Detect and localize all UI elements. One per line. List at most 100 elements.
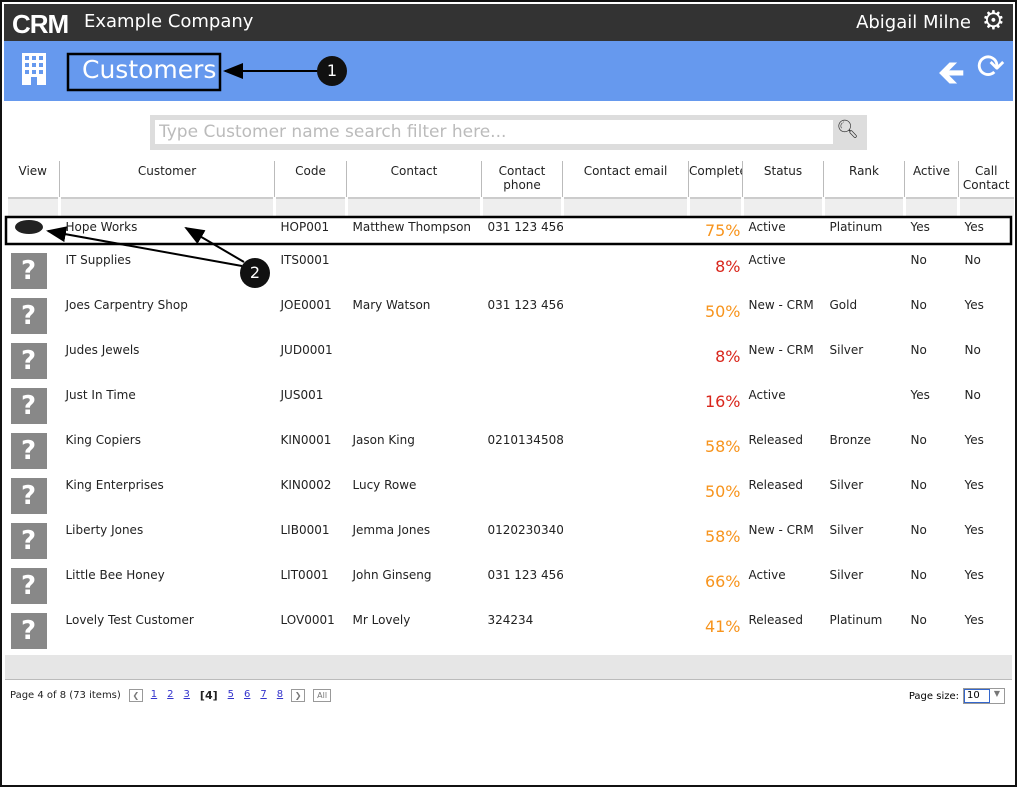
table-row[interactable]: ? King Enterprises KIN0002 Lucy Rowe 50% Rele… xyxy=(7,472,1014,517)
page-link[interactable]: 5 xyxy=(228,689,234,702)
page-header: Customers 🡸 ⟳ xyxy=(4,41,1013,101)
column-filter-cell[interactable] xyxy=(273,198,347,216)
phone-cell: 0120230340 xyxy=(487,523,563,537)
page-size-select[interactable]: 10 ▼ xyxy=(963,688,1005,704)
page-link[interactable]: 3 xyxy=(184,689,190,702)
view-cell[interactable] xyxy=(7,216,60,247)
code-cell: LIB0001 xyxy=(280,523,330,537)
column-filter-cell[interactable] xyxy=(822,198,905,216)
column-header[interactable]: View xyxy=(6,161,60,199)
complete-cell: 58% xyxy=(704,527,741,546)
column-header[interactable]: Active xyxy=(904,161,959,199)
call-cell: No xyxy=(964,388,981,402)
active-cell: No xyxy=(910,478,927,492)
table-row[interactable]: ? Liberty Jones LIB0001 Jemma Jones 01202303… xyxy=(7,517,1014,562)
page-link[interactable]: 8 xyxy=(277,689,283,702)
column-filter-cell[interactable] xyxy=(480,198,563,216)
call-cell: Yes xyxy=(964,478,984,492)
placeholder-question-icon[interactable]: ? xyxy=(10,568,47,604)
table-row[interactable]: ? Just In Time JUS001 16% Active Yes No xyxy=(7,382,1014,427)
prev-page-button[interactable]: ❮ xyxy=(128,689,143,702)
customer-cell: Hope Works xyxy=(65,220,138,234)
rank-cell: Silver xyxy=(829,523,864,537)
view-cell[interactable]: ? xyxy=(7,382,60,427)
status-cell: Active xyxy=(748,568,786,582)
column-header[interactable]: Code xyxy=(274,161,347,199)
crm-logo[interactable]: CRM xyxy=(12,9,69,40)
contact-cell: Jason King xyxy=(352,433,415,447)
next-page-button[interactable]: ❯ xyxy=(291,689,306,702)
customer-cell: Little Bee Honey xyxy=(65,568,165,582)
status-cell: Active xyxy=(748,253,786,267)
column-header[interactable]: Complete xyxy=(688,161,743,199)
column-header[interactable]: Call Contact xyxy=(958,161,1014,199)
column-filter-cell[interactable] xyxy=(58,198,275,216)
rank-cell: Silver xyxy=(829,478,864,492)
column-header[interactable]: Status xyxy=(742,161,824,199)
customer-logo-icon[interactable] xyxy=(14,220,43,234)
view-cell[interactable]: ? xyxy=(7,292,60,337)
page-link[interactable]: 6 xyxy=(244,689,250,702)
placeholder-question-icon[interactable]: ? xyxy=(10,478,47,514)
column-header[interactable]: Customer xyxy=(59,161,275,199)
table-row[interactable]: Hope Works HOP001 Matthew Thompson 031 123 … xyxy=(7,216,1014,247)
view-cell[interactable]: ? xyxy=(7,472,60,517)
column-filter-cell[interactable] xyxy=(903,198,959,216)
view-cell[interactable]: ? xyxy=(7,247,60,292)
table-row[interactable]: ? King Copiers KIN0001 Jason King 0210134508… xyxy=(7,427,1014,472)
table-row[interactable]: ? Joes Carpentry Shop JOE0001 Mary Watson 03… xyxy=(7,292,1014,337)
active-cell: No xyxy=(910,613,927,627)
column-header[interactable]: Contact email xyxy=(562,161,689,199)
phone-cell: 031 123 456 xyxy=(487,568,563,582)
table-footer-band xyxy=(5,655,1012,680)
column-filter-cell[interactable] xyxy=(687,198,743,216)
table-row[interactable]: ? Judes Jewels JUD0001 8% New - CRM Silver No N… xyxy=(7,337,1014,382)
table-row[interactable]: ? IT Supplies ITS0001 8% Active No No xyxy=(7,247,1014,292)
column-filter-cell[interactable] xyxy=(345,198,482,216)
complete-cell: 16% xyxy=(704,392,741,411)
search-input[interactable] xyxy=(155,120,833,144)
column-header[interactable]: Rank xyxy=(823,161,905,199)
column-header[interactable]: Contact phone xyxy=(481,161,563,199)
view-cell[interactable]: ? xyxy=(7,337,60,382)
placeholder-question-icon[interactable]: ? xyxy=(10,343,47,379)
page-link[interactable]: 2 xyxy=(167,689,173,702)
column-filter-cell[interactable] xyxy=(741,198,824,216)
code-cell: HOP001 xyxy=(280,220,330,234)
contact-cell xyxy=(347,247,482,292)
page-link[interactable]: 7 xyxy=(260,689,266,702)
call-cell: No xyxy=(964,343,981,357)
view-cell[interactable]: ? xyxy=(7,607,60,652)
page-link[interactable]: [4] xyxy=(200,689,218,702)
view-cell[interactable]: ? xyxy=(7,517,60,562)
chevron-down-icon[interactable]: ▼ xyxy=(990,689,1004,703)
table-row[interactable]: ? Lovely Test Customer LOV0001 Mr Lovely 324… xyxy=(7,607,1014,652)
view-cell[interactable]: ? xyxy=(7,427,60,472)
placeholder-question-icon[interactable]: ? xyxy=(10,388,47,424)
arrow-left-icon[interactable]: 🡸 xyxy=(937,49,965,106)
search-bar: 🔍︎ xyxy=(150,115,867,150)
page-size-value[interactable]: 10 xyxy=(964,689,990,703)
column-header[interactable]: Contact xyxy=(346,161,482,199)
placeholder-question-icon[interactable]: ? xyxy=(10,298,47,334)
column-filter-cell[interactable] xyxy=(957,198,1014,216)
status-cell: New - CRM xyxy=(748,343,814,357)
table-row[interactable]: ? Little Bee Honey LIT0001 John Ginseng 031 … xyxy=(7,562,1014,607)
placeholder-question-icon[interactable]: ? xyxy=(10,253,47,289)
placeholder-question-icon[interactable]: ? xyxy=(10,523,47,559)
all-pages-button[interactable]: All xyxy=(313,689,332,702)
page-link[interactable]: 1 xyxy=(151,689,157,702)
complete-cell: 8% xyxy=(715,347,741,366)
status-cell: New - CRM xyxy=(748,523,814,537)
refresh-icon[interactable]: ⟳ xyxy=(977,47,1006,87)
placeholder-question-icon[interactable]: ? xyxy=(10,433,47,469)
column-filter-cell[interactable] xyxy=(561,198,689,216)
call-cell: Yes xyxy=(964,433,984,447)
view-cell[interactable]: ? xyxy=(7,562,60,607)
placeholder-question-icon[interactable]: ? xyxy=(10,613,47,649)
user-name[interactable]: Abigail Milne xyxy=(856,12,971,33)
customer-cell: Just In Time xyxy=(65,388,136,402)
search-icon[interactable]: 🔍︎ xyxy=(836,119,859,140)
customer-cell: Liberty Jones xyxy=(65,523,144,537)
gear-icon[interactable]: ⚙ xyxy=(982,6,1005,36)
